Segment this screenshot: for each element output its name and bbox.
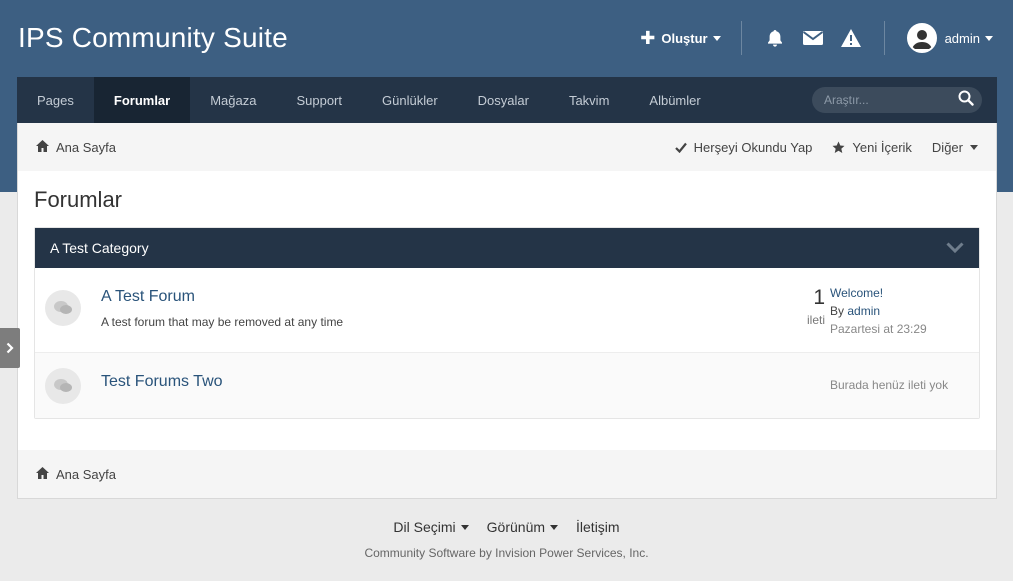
page-title: Forumlar (34, 187, 123, 212)
forum-row: Test Forums Two Burada henüz ileti yok (35, 353, 979, 418)
forum-title[interactable]: Test Forums Two (101, 373, 223, 391)
search-icon[interactable] (958, 90, 974, 111)
breadcrumb-home[interactable]: Ana Sayfa (56, 140, 116, 155)
breadcrumb-home[interactable]: Ana Sayfa (56, 467, 116, 482)
contact-link[interactable]: İletişim (576, 519, 620, 535)
footer-links: Dil Seçimi Görünüm İletişim (0, 519, 1013, 535)
last-post-title[interactable]: Welcome! (830, 284, 927, 302)
chevron-right-icon (6, 342, 14, 354)
breadcrumb-actions: Herşeyi Okundu Yap Yeni İçerik Diğer (655, 140, 978, 155)
user-name: admin (944, 30, 980, 46)
home-icon (36, 139, 49, 155)
user-menu[interactable]: admin (945, 31, 993, 46)
theme-label: Görünüm (486, 519, 546, 535)
nav-item-store[interactable]: Mağaza (190, 77, 276, 123)
site-title[interactable]: IPS Community Suite (18, 22, 288, 54)
forum-row: A Test Forum A test forum that may be re… (35, 268, 979, 353)
nav-item-support[interactable]: Support (276, 77, 362, 123)
home-icon (36, 466, 49, 482)
divider (740, 21, 742, 55)
last-post: Welcome! By admin Pazartesi at 23:29 (830, 284, 927, 338)
language-label: Dil Seçimi (393, 519, 456, 535)
divider (883, 21, 885, 55)
by-label: By (830, 304, 845, 318)
post-count: 1 ileti (775, 286, 825, 327)
mark-read-button[interactable]: Herşeyi Okundu Yap (674, 139, 813, 155)
user-bar: ✚ Oluştur admin (640, 18, 993, 58)
no-posts-message: Burada henüz ileti yok (830, 378, 949, 392)
forum-title[interactable]: A Test Forum (101, 288, 195, 306)
other-menu-button[interactable]: Diğer (932, 140, 978, 155)
sidebar-toggle[interactable] (0, 328, 20, 368)
post-count-value: 1 (813, 286, 825, 309)
category-title[interactable]: A Test Category (50, 240, 149, 256)
forum-chat-icon (45, 290, 81, 326)
create-button[interactable]: ✚ Oluştur (640, 27, 721, 49)
bottom-breadcrumb: Ana Sayfa (18, 450, 996, 498)
chevron-down-icon (970, 144, 978, 150)
main-nav: Pages Forumlar Mağaza Support Günlükler … (17, 77, 997, 123)
theme-selector[interactable]: Görünüm (486, 519, 559, 535)
nav-item-files[interactable]: Dosyalar (458, 77, 549, 123)
new-content-button[interactable]: Yeni İçerik (832, 140, 912, 155)
chevron-down-icon (460, 524, 469, 530)
nav-item-forums[interactable]: Forumlar (93, 77, 191, 123)
last-post-date[interactable]: Pazartesi at 23:29 (830, 320, 927, 338)
language-selector[interactable]: Dil Seçimi (393, 519, 469, 535)
new-content-label: Yeni İçerik (852, 139, 912, 155)
nav-item-pages[interactable]: Pages (17, 77, 94, 123)
nav-item-blogs[interactable]: Günlükler (362, 77, 458, 123)
post-count-label: ileti (806, 313, 825, 327)
check-icon (674, 142, 687, 153)
category-header: A Test Category (35, 228, 979, 268)
forum-description: A test forum that may be removed at any … (101, 315, 344, 329)
breadcrumb: Ana Sayfa Herşeyi Okundu Yap Yeni İçerik… (18, 123, 996, 171)
last-post-byline: By admin (830, 302, 927, 320)
nav-item-albums[interactable]: Albümler (629, 77, 720, 123)
content-panel: Ana Sayfa Herşeyi Okundu Yap Yeni İçerik… (17, 123, 997, 499)
forum-category: A Test Category A Test Forum A test foru… (34, 227, 980, 419)
star-icon (832, 141, 845, 153)
collapse-chevron-icon[interactable] (946, 240, 964, 256)
plus-icon: ✚ (640, 27, 656, 48)
create-label: Oluştur (661, 30, 708, 46)
search-input[interactable] (824, 93, 949, 107)
forum-chat-icon (45, 368, 81, 404)
search-box (812, 87, 982, 113)
chevron-down-icon (550, 524, 559, 530)
last-post-author[interactable]: admin (847, 304, 880, 318)
bell-icon[interactable] (761, 24, 789, 52)
other-label: Diğer (931, 139, 963, 155)
copyright[interactable]: Community Software by Invision Power Ser… (0, 546, 1013, 560)
avatar[interactable] (906, 23, 937, 53)
chevron-down-icon (985, 35, 993, 41)
mark-read-label: Herşeyi Okundu Yap (693, 139, 813, 155)
chevron-down-icon (712, 35, 721, 41)
envelope-icon[interactable] (799, 24, 827, 52)
nav-item-calendar[interactable]: Takvim (549, 77, 629, 123)
warning-icon[interactable] (837, 24, 865, 52)
